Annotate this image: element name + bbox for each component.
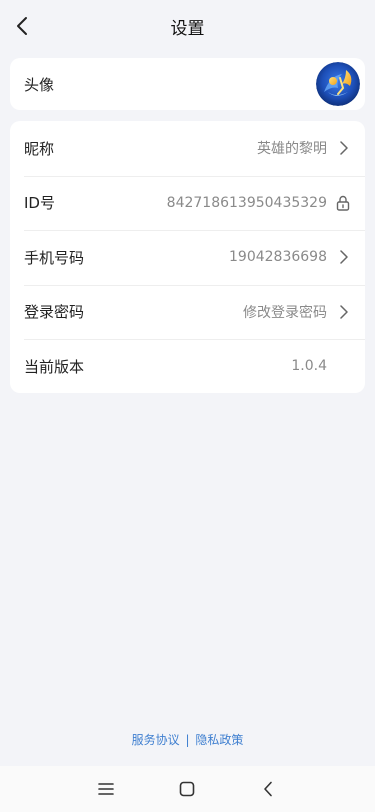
- avatar-row[interactable]: 头像: [10, 58, 365, 110]
- avatar-label: 头像: [24, 75, 55, 94]
- system-navigation-bar: [0, 766, 375, 812]
- profile-info-card: 昵称 英雄的黎明 ID号 842718613950435329 手机号码 190…: [10, 121, 365, 393]
- phone-value: 19042836698: [229, 249, 327, 266]
- nickname-row[interactable]: 昵称 英雄的黎明: [10, 121, 365, 176]
- home-button[interactable]: [176, 778, 198, 800]
- phone-label: 手机号码: [24, 248, 85, 267]
- avatar[interactable]: [316, 62, 360, 106]
- password-row[interactable]: 登录密码 修改登录密码: [10, 284, 365, 340]
- top-bar: 设置: [0, 0, 375, 52]
- footer-separator: |: [185, 733, 190, 747]
- menu-button[interactable]: [95, 778, 117, 800]
- back-button[interactable]: [10, 12, 34, 40]
- chevron-right-icon: [335, 304, 351, 320]
- chevron-right-icon: [335, 140, 351, 156]
- footer-links: 服务协议 | 隐私政策: [0, 731, 375, 748]
- privacy-policy-link[interactable]: 隐私政策: [195, 733, 243, 747]
- chevron-right-icon: [335, 249, 351, 265]
- id-label: ID号: [24, 194, 55, 213]
- version-value: 1.0.4: [291, 358, 327, 375]
- page-title: 设置: [170, 18, 205, 39]
- service-agreement-link[interactable]: 服务协议: [132, 733, 180, 747]
- back-icon: [264, 781, 272, 797]
- phone-row[interactable]: 手机号码 19042836698: [10, 230, 365, 285]
- empty-icon-slot: [335, 358, 351, 374]
- nickname-value: 英雄的黎明: [257, 141, 327, 158]
- lock-icon: [335, 195, 351, 211]
- version-row: 当前版本 1.0.4: [10, 339, 365, 394]
- nickname-label: 昵称: [24, 139, 55, 158]
- id-row: ID号 842718613950435329: [10, 175, 365, 231]
- password-value: 修改登录密码: [243, 304, 327, 321]
- menu-icon: [98, 783, 114, 795]
- system-back-button[interactable]: [257, 778, 279, 800]
- home-square-icon: [179, 781, 195, 797]
- id-value: 842718613950435329: [166, 194, 327, 211]
- chevron-left-icon: [17, 17, 27, 35]
- version-label: 当前版本: [24, 357, 85, 376]
- avatar-card: 头像: [10, 58, 365, 110]
- password-label: 登录密码: [24, 303, 85, 322]
